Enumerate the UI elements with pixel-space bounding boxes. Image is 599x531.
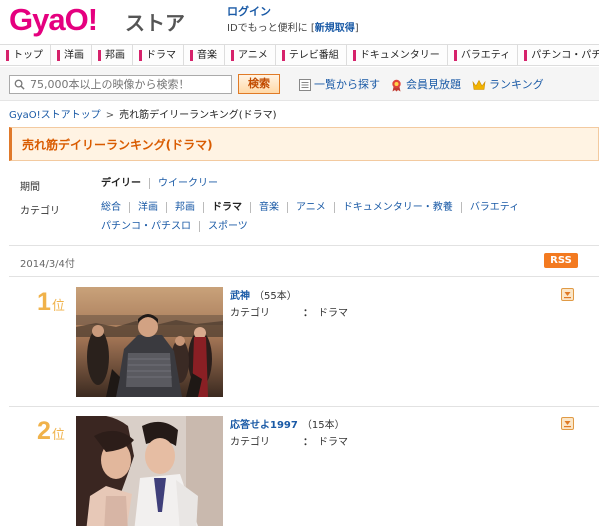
nav-item-western-films[interactable]: 洋画 (51, 45, 92, 65)
period-daily[interactable]: デイリー (93, 178, 149, 189)
category-label: カテゴリ (20, 206, 60, 217)
period-label: 期間 (20, 182, 40, 193)
category-sports[interactable]: スポーツ (199, 221, 256, 232)
list-icon (299, 79, 311, 91)
member-unlimited-label: 会員見放題 (406, 78, 461, 91)
item-title-line: 武神 （55本） (230, 287, 297, 302)
nav-item-documentary[interactable]: ドキュメンタリー (347, 45, 448, 65)
ranking-item: 1位 武神 （55本） カテゴリ ： ドラマ (20, 286, 588, 405)
divider (9, 406, 599, 407)
gyao-logo[interactable]: GyaO! (9, 2, 98, 38)
category-music[interactable]: 音楽 (250, 202, 287, 213)
nav-item-drama[interactable]: ドラマ (133, 45, 184, 65)
page-title-box: 売れ筋デイリーランキング(ドラマ) (9, 127, 599, 161)
login-subtext: IDでもっと便利に [新規取得] (227, 19, 359, 34)
nav-item-japanese-films[interactable]: 邦画 (92, 45, 133, 65)
item-title-link[interactable]: 武神 (230, 291, 250, 302)
meta-value: ドラマ (318, 308, 348, 319)
nav-item-anime[interactable]: アニメ (225, 45, 276, 65)
item-count: （15本） (301, 420, 345, 431)
period-weekly[interactable]: ウイークリー (149, 178, 226, 189)
thumbnail-image[interactable] (76, 416, 223, 526)
divider (9, 276, 599, 277)
nav-item-top[interactable]: トップ (0, 45, 51, 65)
breadcrumb: GyaO!ストアトップ > 売れ筋デイリーランキング(ドラマ) (9, 106, 277, 121)
item-count: （55本） (254, 291, 297, 302)
rank-number: 2位 (37, 417, 65, 445)
genre-nav: トップ 洋画 邦画 ドラマ 音楽 アニメ テレビ番組 ドキュメンタリー バラエテ… (0, 44, 599, 66)
item-title-line: 応答せよ1997 （15本） (230, 416, 345, 431)
category-drama[interactable]: ドラマ (203, 202, 250, 213)
category-documentary[interactable]: ドキュメンタリー・教養 (333, 202, 461, 213)
meta-colon: ： (303, 437, 313, 448)
header: GyaO! ストア ログイン IDでもっと便利に [新規取得] (0, 0, 599, 42)
period-options: デイリー ウイークリー (93, 178, 226, 189)
member-badge-icon (392, 79, 401, 91)
ranking-label: ランキング (489, 78, 544, 91)
expand-icon[interactable] (561, 288, 574, 301)
meta-colon: ： (303, 308, 313, 319)
breadcrumb-separator: > (105, 110, 115, 121)
category-options-row1: 総合 洋画 邦画 ドラマ 音楽 アニメ ドキュメンタリー・教養 バラエティ (93, 202, 527, 213)
thumbnail-image[interactable] (76, 287, 223, 397)
search-input[interactable] (9, 75, 232, 94)
login-sub-prefix: IDでもっと便利に [ (227, 23, 315, 34)
meta-label: カテゴリ (230, 308, 270, 319)
breadcrumb-home-link[interactable]: GyaO!ストアトップ (9, 110, 101, 121)
category-all[interactable]: 総合 (93, 202, 129, 213)
nav-item-music[interactable]: 音楽 (184, 45, 225, 65)
search-button[interactable]: 検索 (238, 74, 280, 94)
rss-button[interactable]: RSS (544, 253, 578, 268)
category-anime[interactable]: アニメ (287, 202, 334, 213)
list-browse-label: 一覧から探す (314, 78, 380, 91)
meta-value: ドラマ (318, 437, 348, 448)
meta-label: カテゴリ (230, 437, 270, 448)
ranking-date: 2014/3/4付 (20, 259, 75, 270)
nav-item-variety[interactable]: バラエティ (448, 45, 519, 65)
list-browse-link[interactable]: 一覧から探す (299, 77, 380, 93)
login-link[interactable]: ログイン (227, 3, 271, 19)
ranking-link[interactable]: ランキング (472, 77, 544, 93)
search-icon (14, 79, 25, 90)
login-sub-suffix: ] (354, 23, 359, 34)
category-variety[interactable]: バラエティ (460, 202, 527, 213)
expand-icon[interactable] (561, 417, 574, 430)
category-pachinko[interactable]: パチンコ・パチスロ (93, 221, 199, 232)
item-title-link[interactable]: 応答せよ1997 (230, 420, 298, 431)
category-japanese-films[interactable]: 邦画 (166, 202, 203, 213)
breadcrumb-current: 売れ筋デイリーランキング(ドラマ) (119, 110, 277, 121)
divider (9, 245, 599, 246)
store-logo-text[interactable]: ストア (125, 7, 185, 36)
category-options-row2: パチンコ・パチスロ スポーツ (93, 221, 256, 232)
rank-number: 1位 (37, 288, 65, 316)
ranking-item: 2位 応答せよ1997 （15本） カテゴリ ： ドラマ (20, 415, 588, 531)
page-title: 売れ筋デイリーランキング(ドラマ) (22, 138, 213, 152)
crown-icon (472, 79, 486, 90)
nav-item-pachinko[interactable]: パチンコ・パチスロ (518, 45, 599, 65)
category-western-films[interactable]: 洋画 (129, 202, 166, 213)
register-link[interactable]: 新規取得 (315, 23, 355, 34)
member-unlimited-link[interactable]: 会員見放題 (390, 77, 461, 93)
nav-item-tv[interactable]: テレビ番組 (276, 45, 347, 65)
search-bar: 検索 一覧から探す 会員見放題 ランキング (0, 67, 599, 101)
